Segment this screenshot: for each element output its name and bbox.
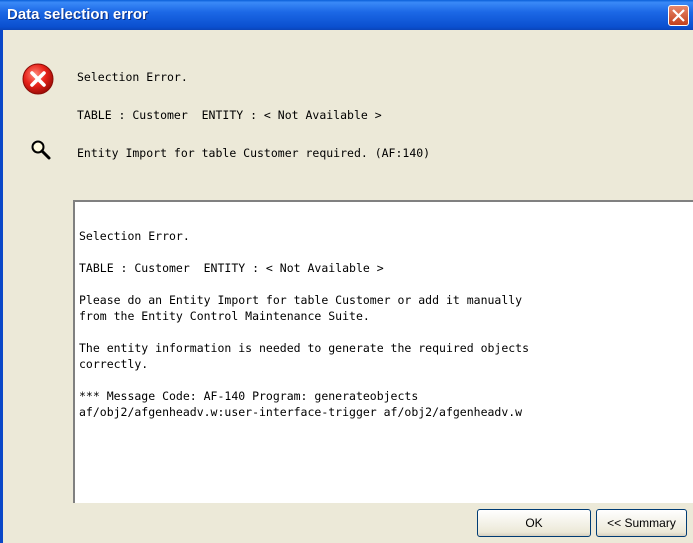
import-required-message: Entity Import for table Customer require… — [77, 146, 431, 160]
error-icon — [22, 63, 54, 95]
error-title: Selection Error. — [77, 70, 188, 84]
details-textbox[interactable]: Selection Error. TABLE : Customer ENTITY… — [73, 200, 693, 503]
close-icon — [672, 9, 685, 22]
magnifier-icon — [31, 140, 51, 160]
ok-button[interactable]: OK — [477, 509, 591, 537]
title-bar[interactable]: Data selection error — [0, 0, 693, 30]
table-entity-line: TABLE : Customer ENTITY : < Not Availabl… — [77, 108, 382, 122]
close-button[interactable] — [668, 5, 689, 26]
window-border — [0, 30, 3, 543]
details-text: Selection Error. TABLE : Customer ENTITY… — [79, 229, 530, 419]
summary-button[interactable]: << Summary — [596, 509, 687, 537]
window-title: Data selection error — [7, 6, 148, 23]
